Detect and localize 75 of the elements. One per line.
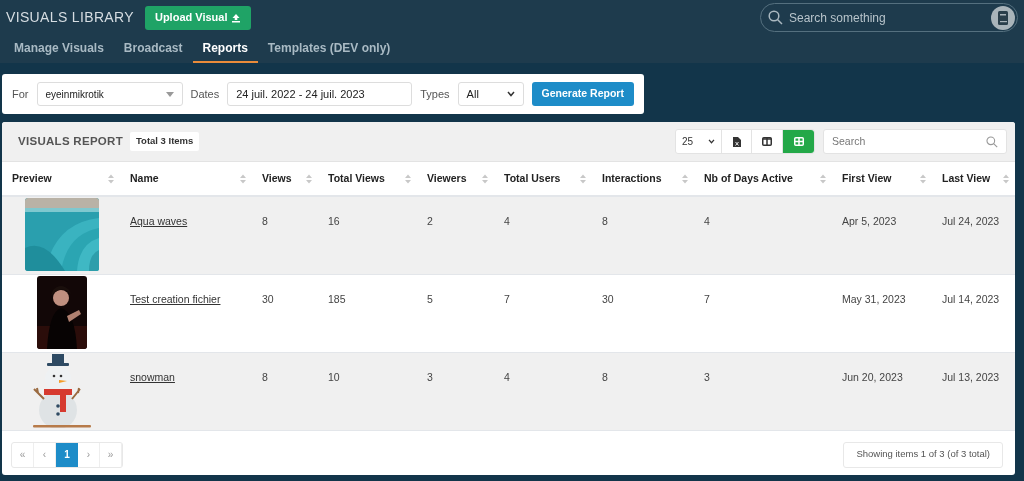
search-icon <box>986 135 998 148</box>
column-header[interactable]: Total Users <box>504 170 561 187</box>
column-header[interactable]: Views <box>262 170 292 187</box>
table-cell: 8 <box>262 371 268 383</box>
column-header[interactable]: First View <box>842 170 892 187</box>
total-items-badge: Total 3 Items <box>130 132 200 151</box>
caret-icon <box>165 91 174 97</box>
sort-icon[interactable] <box>682 173 688 184</box>
sort-icon[interactable] <box>920 173 926 184</box>
table-cell: Jul 14, 2023 <box>942 293 1000 305</box>
table-cell: 4 <box>504 215 510 227</box>
column-header[interactable]: Name <box>130 170 159 187</box>
table-cell: 3 <box>427 371 433 383</box>
notebook-icon[interactable] <box>991 5 1015 30</box>
chevron-icon <box>506 91 515 97</box>
table-cell: 185 <box>328 293 346 305</box>
table-cell: 4 <box>504 371 510 383</box>
types-label: Types <box>420 86 450 102</box>
table-cell: 10 <box>328 371 340 383</box>
tab[interactable]: Broadcast <box>113 35 193 63</box>
table-search-field[interactable]: Search <box>823 129 1007 154</box>
table-cell: 30 <box>262 293 274 305</box>
table-cell: Jul 13, 2023 <box>942 371 1000 383</box>
table-cell: Apr 5, 2023 <box>842 215 897 227</box>
table-cell: 8 <box>602 371 608 383</box>
sort-icon[interactable] <box>1003 173 1009 184</box>
table-cell: Jun 20, 2023 <box>842 371 903 383</box>
columns-icon <box>762 137 772 146</box>
sort-icon[interactable] <box>580 173 586 184</box>
table-cell: 3 <box>704 371 710 383</box>
column-header[interactable]: Nb of Days Active <box>704 170 793 187</box>
generate-report-button[interactable]: Generate Report <box>531 82 634 106</box>
table-cell: 16 <box>328 215 340 227</box>
table-cell: 2 <box>427 215 433 227</box>
visual-name-link[interactable]: Test creation fichier <box>130 293 221 305</box>
search-icon <box>768 10 783 25</box>
sort-icon[interactable] <box>482 173 488 184</box>
file-icon <box>732 136 741 147</box>
table-cell: 4 <box>704 215 710 227</box>
visual-name-link[interactable]: snowman <box>130 371 175 383</box>
table-cell: 8 <box>602 215 608 227</box>
table-cell: 30 <box>602 293 614 305</box>
column-header[interactable]: Total Views <box>328 170 385 187</box>
sort-icon[interactable] <box>240 173 246 184</box>
account-dropdown[interactable]: eyeinmikrotik <box>36 82 183 106</box>
visual-name-link[interactable]: Aqua waves <box>130 215 188 227</box>
table-cell: 8 <box>262 215 268 227</box>
showing-items-text: Showing items 1 of 3 (of 3 total) <box>843 441 1003 468</box>
table-cell: May 31, 2023 <box>842 293 906 305</box>
app-title: VISUALS LIBRARY <box>6 8 134 27</box>
for-label: For <box>12 86 29 102</box>
upload-icon <box>231 12 242 23</box>
table-cell: 7 <box>504 293 510 305</box>
sort-icon[interactable] <box>405 173 411 184</box>
tab[interactable]: Templates (DEV only) <box>257 35 401 63</box>
column-header[interactable]: Viewers <box>427 170 467 187</box>
grid-icon <box>793 137 804 146</box>
column-header[interactable]: Last View <box>942 170 991 187</box>
sort-icon[interactable] <box>306 173 312 184</box>
report-title: VISUALS REPORT <box>18 133 123 149</box>
sort-icon[interactable] <box>108 173 114 184</box>
types-dropdown[interactable]: All <box>457 82 524 106</box>
table-cell: 5 <box>427 293 433 305</box>
column-header[interactable]: Interactions <box>602 170 662 187</box>
table-cell: 7 <box>704 293 710 305</box>
chevron-icon <box>708 139 715 144</box>
view-toggle-button[interactable] <box>783 130 814 153</box>
page-button[interactable]: 1 <box>56 442 78 467</box>
column-header[interactable]: Preview <box>12 170 52 187</box>
dates-label: Dates <box>190 86 220 102</box>
date-range-field[interactable]: 24 juil. 2022 - 24 juil. 2023 <box>227 82 413 106</box>
table-cell: Jul 24, 2023 <box>942 215 1000 227</box>
tab[interactable]: Manage Visuals <box>4 35 114 63</box>
tab[interactable]: Reports <box>192 35 258 63</box>
sort-icon[interactable] <box>820 173 826 184</box>
